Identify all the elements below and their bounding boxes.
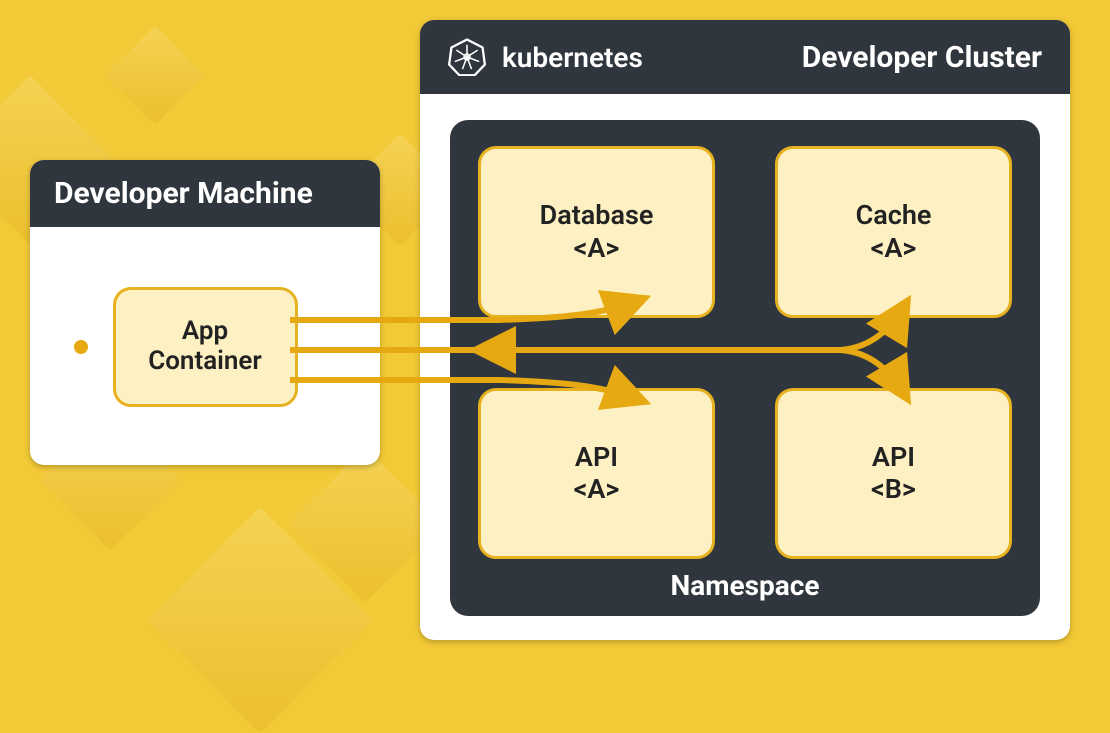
service-label: Cache <A> bbox=[856, 199, 932, 264]
service-label: Database <A> bbox=[540, 199, 654, 264]
service-box-database: Database <A> bbox=[478, 146, 715, 318]
cluster-header: kubernetes Developer Cluster bbox=[420, 20, 1070, 94]
namespace-label: Namespace bbox=[478, 559, 1012, 604]
service-label: API <A> bbox=[574, 441, 620, 506]
service-box-cache: Cache <A> bbox=[775, 146, 1012, 318]
connection-dot bbox=[74, 340, 88, 354]
kubernetes-label: kubernetes bbox=[502, 41, 643, 74]
developer-cluster-panel: kubernetes Developer Cluster Database <A… bbox=[420, 20, 1070, 640]
namespace-container: Database <A> Cache <A> API <A> API <B> N… bbox=[450, 120, 1040, 616]
kubernetes-icon bbox=[448, 38, 486, 76]
cluster-title: Developer Cluster bbox=[802, 40, 1042, 75]
developer-machine-panel: Developer Machine App Container bbox=[30, 160, 380, 465]
developer-machine-title: Developer Machine bbox=[54, 176, 313, 211]
service-box-api-a: API <A> bbox=[478, 388, 715, 560]
app-container-label: App Container bbox=[148, 317, 262, 377]
service-label: API <B> bbox=[871, 441, 916, 506]
service-box-api-b: API <B> bbox=[775, 388, 1012, 560]
app-container-box: App Container bbox=[113, 287, 298, 407]
developer-machine-header: Developer Machine bbox=[30, 160, 380, 227]
